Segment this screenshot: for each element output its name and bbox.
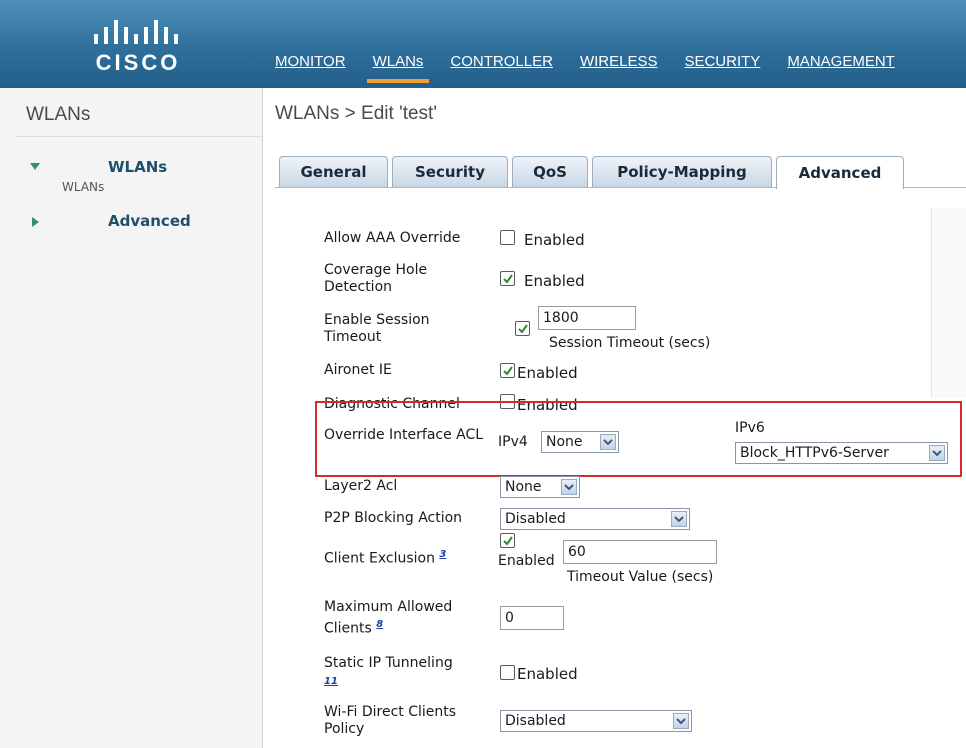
nav-security[interactable]: SECURITY xyxy=(684,53,760,83)
layer2-acl-select[interactable]: None xyxy=(500,476,580,498)
wifi-direct-value: Disabled xyxy=(505,713,566,729)
diagnostic-channel-text: Enabled xyxy=(517,396,578,414)
coverage-hole-text: Enabled xyxy=(524,272,585,290)
check-icon xyxy=(502,535,513,546)
chevron-down-icon xyxy=(673,713,689,729)
max-clients-input[interactable] xyxy=(500,606,564,630)
coverage-hole-checkbox[interactable] xyxy=(500,271,515,286)
session-timeout-checkbox[interactable] xyxy=(515,321,530,336)
aironet-ie-label: Aironet IE xyxy=(324,362,392,378)
chevron-down-icon xyxy=(671,511,687,527)
session-timeout-input[interactable] xyxy=(538,306,636,330)
client-exclusion-hint: Timeout Value (secs) xyxy=(567,569,714,585)
ipv4-label: IPv4 xyxy=(498,434,528,450)
chevron-down-icon xyxy=(600,434,616,450)
nav-management[interactable]: MANAGEMENT xyxy=(787,53,895,83)
tab-general[interactable]: General xyxy=(279,156,388,187)
sidebar-title: WLANs xyxy=(26,104,91,125)
ipv6-acl-select[interactable]: Block_HTTPv6-Server xyxy=(735,442,948,464)
static-ip-tunneling-label-text: Static IP Tunneling xyxy=(324,655,453,671)
diagnostic-channel-checkbox[interactable] xyxy=(500,394,515,409)
allow-aaa-override-text: Enabled xyxy=(524,231,585,249)
sidebar-item-label[interactable]: WLANs xyxy=(108,158,167,176)
triangle-right-icon[interactable] xyxy=(32,217,39,227)
client-exclusion-timeout-input[interactable] xyxy=(563,540,717,564)
footnote-link[interactable]: 3 xyxy=(439,549,446,560)
nav-wireless[interactable]: WIRELESS xyxy=(580,53,658,83)
tab-qos[interactable]: QoS xyxy=(512,156,588,187)
chevron-down-icon xyxy=(929,445,945,461)
main-nav: MONITOR WLANs CONTROLLER WIRELESS SECURI… xyxy=(275,53,922,88)
client-exclusion-label-text: Client Exclusion xyxy=(324,550,435,567)
sidebar-divider xyxy=(16,136,262,137)
static-ip-tunneling-text: Enabled xyxy=(517,665,578,683)
sidebar: WLANs WLANs WLANs Advanced xyxy=(0,88,263,748)
allow-aaa-override-checkbox[interactable] xyxy=(500,230,515,245)
tab-security[interactable]: Security xyxy=(392,156,508,187)
static-ip-tunneling-label: Static IP Tunneling 11 xyxy=(324,655,484,690)
sidebar-item-label[interactable]: Advanced xyxy=(108,212,191,230)
cisco-bars-icon xyxy=(94,20,178,44)
ipv6-label: IPv6 xyxy=(735,420,765,436)
ipv6-acl-value: Block_HTTPv6-Server xyxy=(740,445,889,461)
override-acl-label: Override Interface ACL xyxy=(324,427,484,443)
check-icon xyxy=(517,323,528,334)
page-title: WLANs > Edit 'test' xyxy=(275,103,437,124)
coverage-hole-label: Coverage Hole Detection xyxy=(324,262,428,295)
max-clients-label: Maximum Allowed Clients 8 xyxy=(324,599,484,638)
cisco-logo: CISCO xyxy=(88,20,188,76)
panel-side-column xyxy=(931,208,966,398)
layer2-acl-label: Layer2 Acl xyxy=(324,478,398,494)
client-exclusion-label: Client Exclusion 3 xyxy=(324,546,446,568)
p2p-blocking-label: P2P Blocking Action xyxy=(324,510,463,526)
sidebar-subitem-wlans[interactable]: WLANs xyxy=(62,180,104,194)
tab-advanced[interactable]: Advanced xyxy=(776,156,904,189)
p2p-blocking-value: Disabled xyxy=(505,511,566,527)
client-exclusion-text: Enabled xyxy=(498,553,555,569)
check-icon xyxy=(502,273,513,284)
static-ip-tunneling-checkbox[interactable] xyxy=(500,665,515,680)
footnote-link[interactable]: 8 xyxy=(376,619,383,630)
client-exclusion-checkbox[interactable] xyxy=(500,533,515,548)
aironet-ie-checkbox[interactable] xyxy=(500,363,515,378)
tab-policy-mapping[interactable]: Policy-Mapping xyxy=(592,156,772,187)
footnote-link[interactable]: 11 xyxy=(324,676,338,687)
nav-controller[interactable]: CONTROLLER xyxy=(450,53,553,83)
max-clients-label-text: Maximum Allowed Clients xyxy=(324,599,453,637)
session-timeout-hint: Session Timeout (secs) xyxy=(549,335,711,351)
p2p-blocking-select[interactable]: Disabled xyxy=(500,508,690,530)
aironet-ie-text: Enabled xyxy=(517,364,578,382)
nav-wlans[interactable]: WLANs xyxy=(366,53,430,83)
allow-aaa-override-label: Allow AAA Override xyxy=(324,230,461,246)
ipv4-acl-value: None xyxy=(546,434,583,450)
session-timeout-label: Enable Session Timeout xyxy=(324,312,430,345)
diagnostic-channel-label: Diagnostic Channel xyxy=(324,396,460,412)
layer2-acl-value: None xyxy=(505,479,542,495)
nav-monitor[interactable]: MONITOR xyxy=(275,53,346,83)
ipv4-acl-select[interactable]: None xyxy=(541,431,619,453)
logo-text: CISCO xyxy=(95,50,181,75)
wifi-direct-select[interactable]: Disabled xyxy=(500,710,692,732)
chevron-down-icon xyxy=(561,479,577,495)
triangle-down-icon[interactable] xyxy=(30,163,40,170)
wifi-direct-label: Wi-Fi Direct Clients Policy xyxy=(324,704,457,737)
check-icon xyxy=(502,365,513,376)
top-header: CISCO MONITOR WLANs CONTROLLER WIRELESS … xyxy=(0,0,966,88)
